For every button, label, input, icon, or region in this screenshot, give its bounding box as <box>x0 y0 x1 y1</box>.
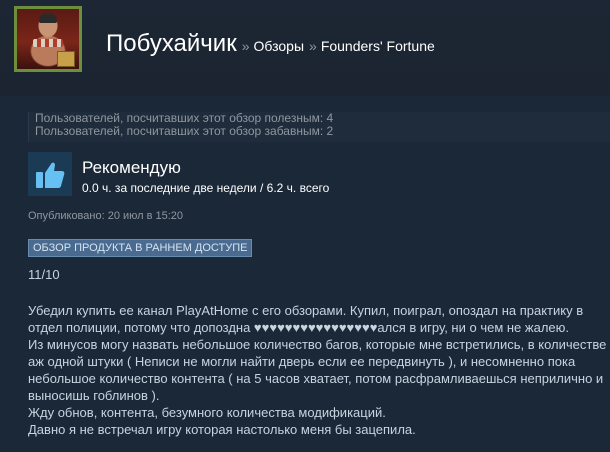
avatar-scarf <box>33 39 63 47</box>
review-line: Давно я не встречал игру которая настоль… <box>28 422 416 437</box>
profile-name-link[interactable]: Побухайчик <box>106 30 237 58</box>
helpful-votes-box: Пользователей, посчитавших этот обзор по… <box>28 112 610 142</box>
breadcrumb-reviews-link[interactable]: Обзоры <box>254 38 305 54</box>
avatar[interactable] <box>14 6 82 72</box>
published-date: Опубликовано: 20 июл в 15:20 <box>28 210 184 222</box>
review-line: Жду обнов, контента, безумного количеств… <box>28 405 386 420</box>
thumbs-up-glyph <box>36 162 65 188</box>
breadcrumb: Побухайчик » Обзоры » Founders' Fortune <box>106 30 435 58</box>
recommendation-title[interactable]: Рекомендую <box>82 158 181 178</box>
playtime-text: 0.0 ч. за последние две недели / 6.2 ч. … <box>82 181 330 195</box>
review-line: Из минусов могу назвать небольшое количе… <box>28 337 607 352</box>
avatar-gift <box>57 51 75 67</box>
review-body: Убедил купить ее канал PlayAtHome с его … <box>28 302 610 438</box>
funny-count-text: Пользователей, посчитавших этот обзор за… <box>35 124 334 138</box>
thumbs-up-icon <box>28 152 72 196</box>
early-access-badge: ОБЗОР ПРОДУКТА В РАННЕМ ДОСТУПЕ <box>28 239 253 257</box>
avatar-image[interactable] <box>17 9 79 69</box>
review-line: отдел полиции, потому что допоздна ♥♥♥♥♥… <box>28 320 569 335</box>
review-line: аж одной штуки ( Неписи не могли найти д… <box>28 354 576 369</box>
breadcrumb-game-link[interactable]: Founders' Fortune <box>321 38 435 54</box>
review-line: небольшое количество контента ( на 5 час… <box>28 371 604 386</box>
review-line: Убедил купить ее канал PlayAtHome с его … <box>28 303 584 318</box>
avatar-hat <box>39 13 57 23</box>
review-score: 11/10 <box>28 267 60 282</box>
profile-header: Побухайчик » Обзоры » Founders' Fortune <box>0 0 610 96</box>
breadcrumb-separator: » <box>241 38 250 54</box>
breadcrumb-separator: » <box>309 38 317 54</box>
review-line: выносишь гоблинов ). <box>28 388 160 403</box>
